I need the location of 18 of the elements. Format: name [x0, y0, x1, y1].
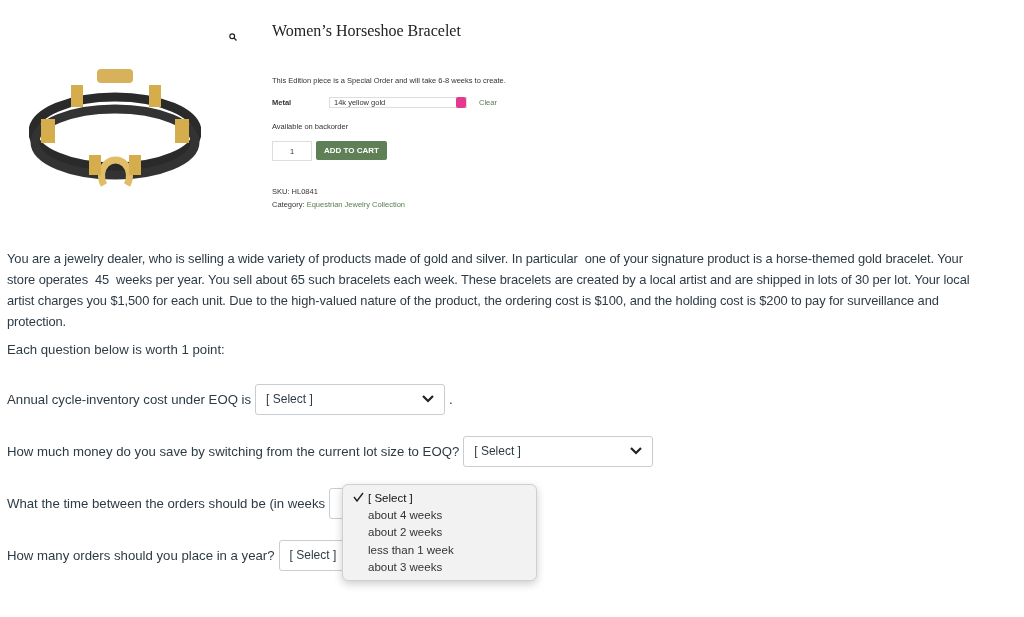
checkmark-icon	[353, 491, 364, 502]
chevron-down-icon	[630, 447, 643, 455]
dropdown-option[interactable]: about 2 weeks	[343, 523, 536, 542]
period-text: .	[449, 391, 453, 407]
chevron-down-icon	[422, 395, 435, 403]
dropdown-option[interactable]: [ Select ]	[343, 489, 536, 507]
answer-select[interactable]: [ Select ]	[255, 383, 446, 415]
product-title: Women’s Horseshoe Bracelet	[272, 22, 462, 40]
add-to-cart-button[interactable]: ADD TO CART	[316, 141, 387, 160]
question-text: How many orders should you place in a year?	[7, 547, 275, 563]
dropdown-option[interactable]: about 4 weeks	[343, 506, 536, 524]
search-icon[interactable]	[229, 33, 237, 41]
intro-paragraph: You are a jewelry dealer, who is selling a wide variety of products made of gold and silver. In particular one of your signature product is a horse-themed gold bracelet. Your store operates 45 weeks per year. You sell about 65 such bracelets each week. These bracelets are created by a local artist and are shipped in lots of 30 per lot. Your local artist charges you $1,500 for each unit. Due to the high-valued nature of the product, the ordering cost is $100, and the holding cost is $200 to pay for surveillance and protection.	[7, 250, 971, 331]
points-note: Each question below is worth 1 point:	[7, 342, 226, 357]
answer-select[interactable]: [ Select ]	[463, 435, 654, 467]
question-text: How much money do you save by switching from the current lot size to EOQ?	[7, 443, 460, 459]
question-text: What the time between the orders should be (in weeks	[7, 495, 326, 511]
question-text: Annual cycle-inventory cost under EOQ is	[7, 391, 252, 407]
